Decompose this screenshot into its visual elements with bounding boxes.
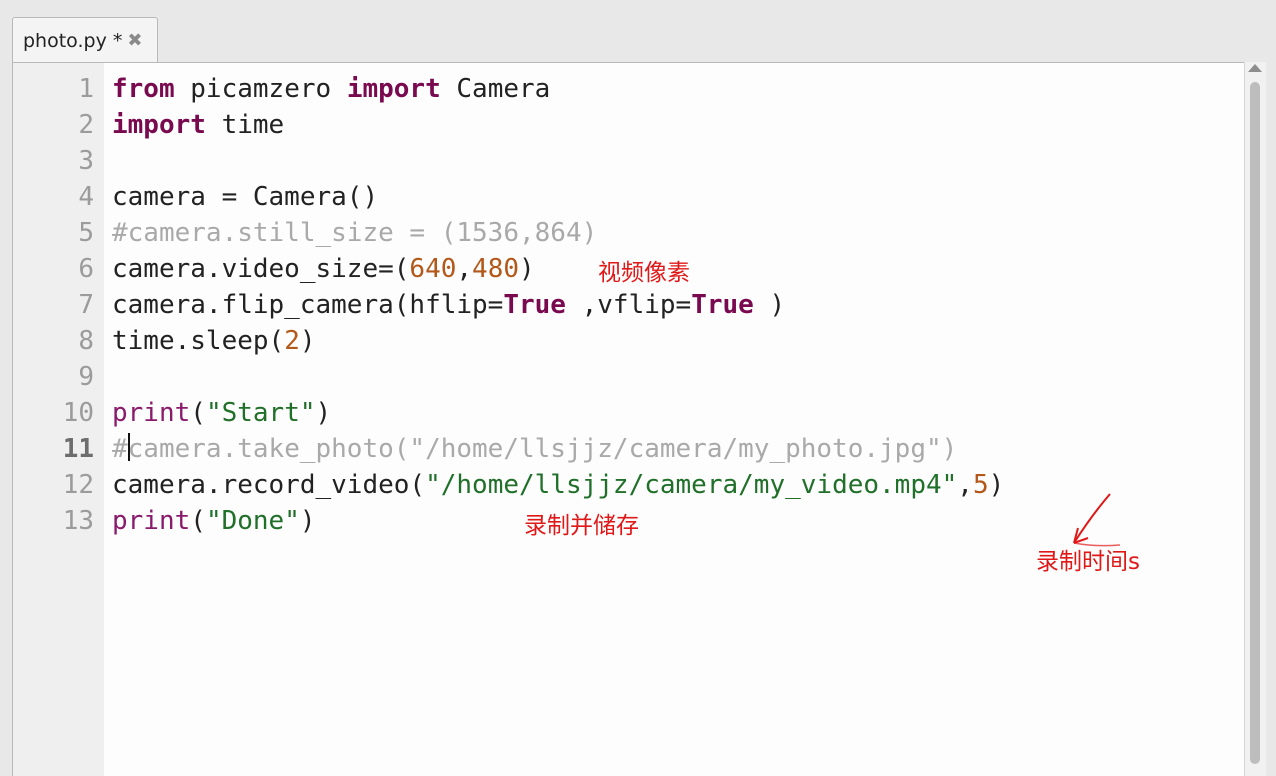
annotation-arrow [1073,493,1121,547]
